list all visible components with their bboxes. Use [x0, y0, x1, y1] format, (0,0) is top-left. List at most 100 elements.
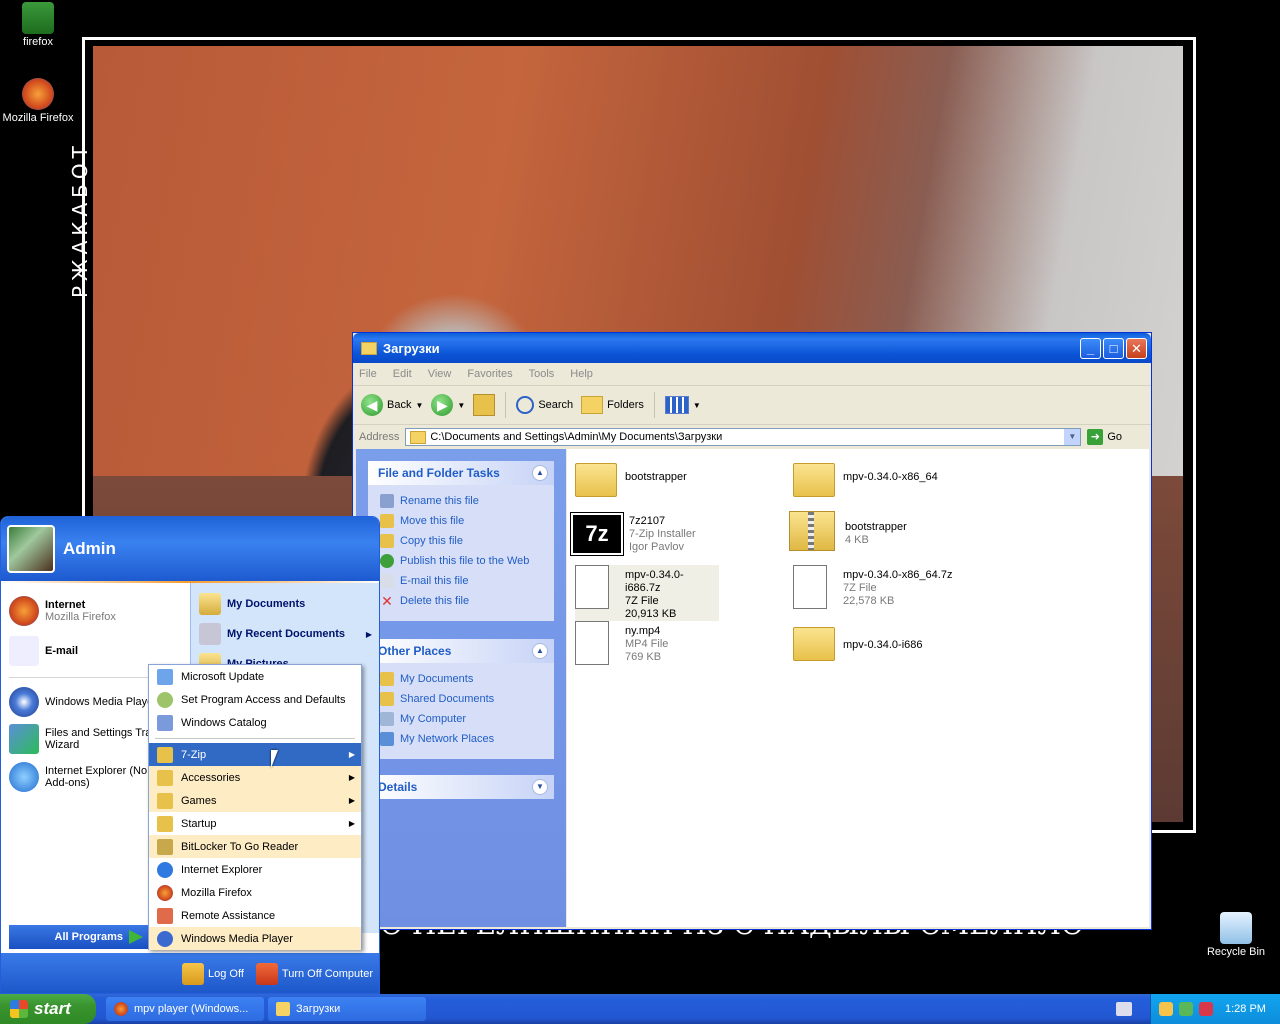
- taskbar-item-mpv[interactable]: mpv player (Windows...: [106, 997, 264, 1021]
- menu-view[interactable]: View: [428, 368, 452, 380]
- menu-file[interactable]: File: [359, 368, 377, 380]
- collapse-icon[interactable]: ▲: [532, 643, 548, 659]
- menu-item-games[interactable]: Games ▶: [149, 789, 361, 812]
- pinned-internet[interactable]: Internet Mozilla Firefox: [1, 591, 189, 631]
- task-email[interactable]: E-mail this file: [368, 571, 554, 591]
- menu-favorites[interactable]: Favorites: [467, 368, 512, 380]
- all-programs-button[interactable]: All Programs: [9, 925, 149, 949]
- menu-edit[interactable]: Edit: [393, 368, 412, 380]
- task-label: Delete this file: [400, 595, 470, 607]
- task-rename[interactable]: Rename this file: [368, 491, 554, 511]
- file-list[interactable]: bootstrapper mpv-0.34.0-x86_64 7z 7z2107…: [567, 449, 1149, 927]
- task-publish[interactable]: Publish this file to the Web: [368, 551, 554, 571]
- menu-item-7zip[interactable]: 7-Zip ▶: [149, 743, 361, 766]
- menu-item-remote-assistance[interactable]: Remote Assistance: [149, 904, 361, 927]
- address-label: Address: [359, 431, 400, 443]
- menu-item-windows-media-player[interactable]: Windows Media Player: [149, 927, 361, 950]
- close-button[interactable]: ✕: [1126, 338, 1147, 359]
- maximize-button[interactable]: □: [1103, 338, 1124, 359]
- address-input[interactable]: C:\Documents and Settings\Admin\My Docum…: [405, 428, 1082, 446]
- place-label: My Computer: [400, 713, 467, 725]
- details-header[interactable]: Details ▼: [368, 775, 554, 799]
- keyboard-icon[interactable]: [1116, 1002, 1132, 1016]
- file-item[interactable]: mpv-0.34.0-x86_64: [793, 457, 993, 501]
- task-copy[interactable]: Copy this file: [368, 531, 554, 551]
- menu-item-microsoft-update[interactable]: Microsoft Update: [149, 665, 361, 688]
- task-label: Загрузки: [296, 1003, 341, 1015]
- menu-tools[interactable]: Tools: [529, 368, 555, 380]
- folders-button[interactable]: Folders: [581, 396, 644, 414]
- file-item[interactable]: ny.mp4 MP4 File 769 KB: [575, 621, 775, 665]
- media-player-icon: [9, 687, 39, 717]
- search-button[interactable]: Search: [516, 396, 573, 414]
- address-dropdown-button[interactable]: ▼: [1064, 429, 1081, 445]
- menu-help[interactable]: Help: [570, 368, 593, 380]
- file-folder-tasks-header[interactable]: File and Folder Tasks ▲: [368, 461, 554, 485]
- forward-button[interactable]: ▶ ▼: [431, 394, 465, 416]
- antivirus-icon[interactable]: [1199, 1002, 1213, 1016]
- recent-documents-icon: [199, 623, 221, 645]
- desktop-icon-mozilla-firefox[interactable]: Mozilla Firefox: [0, 78, 76, 124]
- menu-item-set-program-access[interactable]: Set Program Access and Defaults: [149, 688, 361, 711]
- views-button[interactable]: ▼: [664, 396, 701, 414]
- remote-assistance-icon: [157, 907, 173, 924]
- file-item[interactable]: mpv-0.34.0-x86_64.7z 7Z File 22,578 KB: [793, 565, 993, 609]
- menu-item-accessories[interactable]: Accessories ▶: [149, 766, 361, 789]
- file-name: mpv-0.34.0-i686.7z: [625, 569, 684, 594]
- start-label: start: [34, 999, 71, 1018]
- clock[interactable]: 1:28 PM: [1225, 1003, 1266, 1015]
- item-title-line2: Add-ons): [45, 777, 90, 789]
- place-shared-documents[interactable]: Shared Documents: [368, 689, 554, 709]
- security-shield-icon[interactable]: [1159, 1002, 1173, 1016]
- file-size: 769 KB: [625, 651, 662, 663]
- place-network[interactable]: My Network Places: [368, 729, 554, 749]
- expand-icon[interactable]: ▼: [532, 779, 548, 795]
- menu-item-windows-catalog[interactable]: Windows Catalog: [149, 711, 361, 734]
- my-documents-icon: [199, 593, 221, 615]
- tasks-pane: File and Folder Tasks ▲ Rename this file…: [356, 449, 566, 927]
- right-my-documents[interactable]: My Documents: [191, 589, 379, 619]
- file-item[interactable]: 7z 7z2107 7-Zip Installer Igor Pavlov: [570, 512, 771, 557]
- address-bar: Address C:\Documents and Settings\Admin\…: [353, 425, 1151, 449]
- start-button[interactable]: start: [0, 994, 96, 1024]
- back-button[interactable]: ◀ Back ▼: [361, 394, 423, 416]
- collapse-icon[interactable]: ▲: [532, 465, 548, 481]
- panel-title: Details: [378, 780, 418, 794]
- menu-item-startup[interactable]: Startup ▶: [149, 812, 361, 835]
- menu-item-internet-explorer[interactable]: Internet Explorer: [149, 858, 361, 881]
- chevron-right-icon: ▶: [348, 750, 355, 759]
- item-title: Internet: [45, 599, 86, 611]
- file-item[interactable]: mpv-0.34.0-i686.7z 7Z File 20,913 KB: [575, 565, 719, 621]
- desktop-icon-recycle-bin[interactable]: Recycle Bin: [1198, 912, 1274, 958]
- go-arrow-icon: ➜: [1087, 429, 1104, 445]
- file-item[interactable]: bootstrapper 4 KB: [789, 511, 989, 555]
- menu-item-bitlocker[interactable]: BitLocker To Go Reader: [149, 835, 361, 858]
- other-places-header[interactable]: Other Places ▲: [368, 639, 554, 663]
- place-my-computer[interactable]: My Computer: [368, 709, 554, 729]
- task-delete[interactable]: ✕ Delete this file: [368, 591, 554, 611]
- place-my-documents[interactable]: My Documents: [368, 669, 554, 689]
- right-my-recent-documents[interactable]: My Recent Documents ▶: [191, 619, 379, 649]
- details-panel: Details ▼: [368, 775, 554, 799]
- menu-item-mozilla-firefox[interactable]: Mozilla Firefox: [149, 881, 361, 904]
- go-button[interactable]: ➜ Go: [1087, 429, 1122, 445]
- chevron-down-icon: ▼: [692, 400, 701, 410]
- log-off-button[interactable]: Log Off: [182, 963, 244, 985]
- window-titlebar[interactable]: Загрузки _ □ ✕: [353, 333, 1151, 363]
- file-item[interactable]: mpv-0.34.0-i686: [793, 621, 993, 665]
- file-item[interactable]: bootstrapper: [575, 457, 775, 501]
- task-move[interactable]: Move this file: [368, 511, 554, 531]
- file-name: bootstrapper: [845, 521, 907, 533]
- rename-icon: [380, 494, 394, 508]
- network-icon[interactable]: [1179, 1002, 1193, 1016]
- turn-off-button[interactable]: Turn Off Computer: [255, 963, 373, 985]
- all-programs-menu[interactable]: Microsoft Update Set Program Access and …: [148, 664, 362, 950]
- firefox-icon: [114, 1002, 128, 1016]
- system-tray: 1:28 PM: [1150, 994, 1280, 1024]
- desktop-icon-firefox[interactable]: firefox: [0, 2, 76, 48]
- up-folder-button[interactable]: [473, 394, 496, 416]
- minimize-button[interactable]: _: [1080, 338, 1101, 359]
- toolbar: ◀ Back ▼ ▶ ▼ Search Folders ▼: [353, 386, 1151, 425]
- taskbar-item-explorer[interactable]: Загрузки: [268, 997, 426, 1021]
- explorer-window[interactable]: Загрузки _ □ ✕ File Edit View Favorites …: [352, 332, 1152, 930]
